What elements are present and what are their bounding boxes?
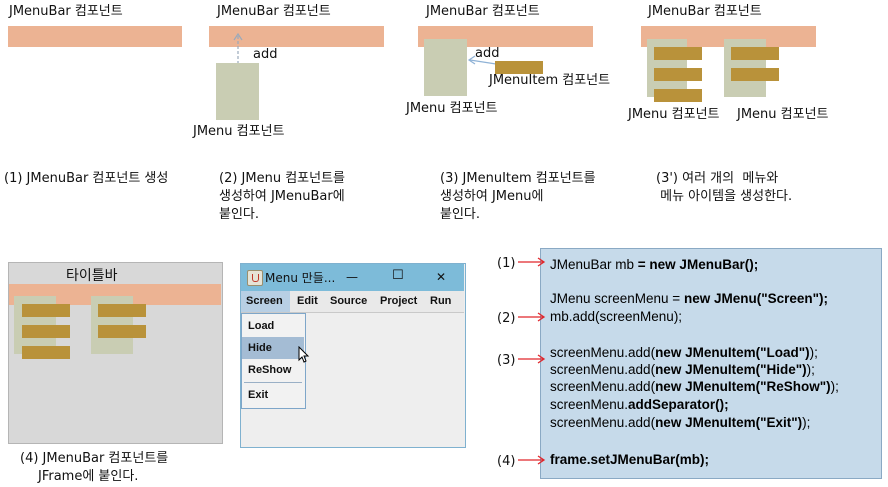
s2-add-label: add [253, 47, 278, 62]
s3b-item [731, 68, 779, 81]
s3b-caption: (3') 여러 개의 메뉴와 메뉴 아이템을 생성한다. [656, 171, 793, 204]
minimize-button[interactable]: — [346, 269, 358, 285]
s4-item [98, 304, 146, 317]
code-step-label-3: (3) [497, 353, 516, 368]
s2-jmenu [216, 63, 259, 120]
s3-jmenu [424, 39, 467, 96]
s3b-menu-label-2: JMenu 컴포넌트 [737, 107, 829, 122]
close-button[interactable]: ✕ [436, 269, 446, 285]
s2-caption: (2) JMenu 컴포넌트를 생성하여 JMenuBar에 붙인다. [219, 171, 346, 222]
s3-add-label: add [475, 46, 500, 61]
java-icon [247, 270, 263, 286]
s2-menu-label: JMenu 컴포넌트 [193, 124, 285, 139]
maximize-button[interactable]: ☐ [392, 268, 404, 284]
s1-bar-label: JMenuBar 컴포넌트 [9, 4, 123, 19]
code-line-7: screenMenu.addSeparator(); [550, 397, 729, 412]
s3b-bar-label: JMenuBar 컴포넌트 [648, 4, 762, 19]
menu-screen[interactable]: Screen [246, 291, 283, 311]
s4-caption: (4) JMenuBar 컴포넌트를 JFrame에 붙인다. [20, 451, 169, 484]
code-line-8: screenMenu.add(new JMenuItem("Exit")); [550, 415, 811, 430]
s3b-item [654, 89, 702, 102]
code-line-9: frame.setJMenuBar(mb); [550, 452, 710, 467]
code-step-label-4: (4) [497, 454, 516, 469]
menu-source[interactable]: Source [330, 291, 367, 311]
red-arrow-icon [518, 312, 546, 322]
s4-frame-title: 타이틀바 [66, 268, 118, 284]
s3b-item [654, 47, 702, 60]
s4-item [22, 304, 70, 317]
menu-run[interactable]: Run [430, 291, 451, 311]
red-arrow-icon [518, 455, 546, 465]
s4-item [98, 325, 146, 338]
code-line-2: JMenu screenMenu = new JMenu("Screen"); [550, 291, 829, 306]
s1-menubar [8, 26, 182, 47]
menuitem-hide[interactable]: Hide [242, 337, 304, 359]
window-title: Menu 만들... [265, 271, 336, 285]
s4-item [22, 346, 70, 359]
s4-item [22, 325, 70, 338]
menuitem-reshow[interactable]: ReShow [242, 359, 304, 381]
menuitem-exit[interactable]: Exit [242, 384, 304, 406]
s2-add-arrow [233, 32, 243, 64]
s3b-item [654, 68, 702, 81]
s3b-item [731, 47, 779, 60]
code-line-1: JMenuBar mb = new JMenuBar(); [550, 257, 759, 272]
red-arrow-icon [518, 354, 546, 364]
code-line-4: screenMenu.add(new JMenuItem("Load")); [550, 345, 818, 360]
menuitem-load[interactable]: Load [242, 315, 304, 337]
menu-edit[interactable]: Edit [297, 291, 318, 311]
s3-menu-label: JMenu 컴포넌트 [406, 101, 498, 116]
code-step-label-1: (1) [497, 256, 516, 271]
s3-caption: (3) JMenuItem 컴포넌트를 생성하여 JMenu에 붙인다. [440, 171, 596, 222]
code-line-5: screenMenu.add(new JMenuItem("Hide")); [550, 362, 815, 377]
menu-project[interactable]: Project [380, 291, 417, 311]
red-arrow-icon [518, 257, 546, 267]
mouse-cursor-icon [298, 346, 310, 363]
s3b-menu-label-1: JMenu 컴포넌트 [628, 107, 720, 122]
s3-bar-label: JMenuBar 컴포넌트 [426, 4, 540, 19]
menu-separator [244, 382, 302, 383]
s1-caption: (1) JMenuBar 컴포넌트 생성 [4, 171, 169, 186]
s2-bar-label: JMenuBar 컴포넌트 [217, 4, 331, 19]
code-line-3: mb.add(screenMenu); [550, 309, 683, 324]
s3-item-label: JMenuItem 컴포넌트 [489, 73, 611, 88]
code-step-label-2: (2) [497, 311, 516, 326]
code-line-6: screenMenu.add(new JMenuItem("ReShow")); [550, 379, 839, 394]
